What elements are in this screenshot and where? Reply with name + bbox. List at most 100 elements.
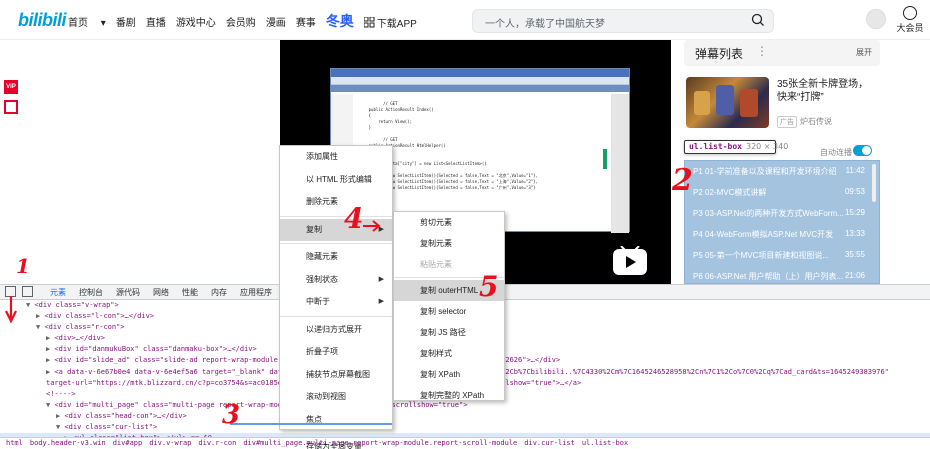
breadcrumb-item[interactable]: div.cur-list: [524, 439, 575, 447]
tab-devtools[interactable]: 源代码: [116, 287, 140, 298]
card-art: [716, 85, 734, 115]
vip-badge[interactable]: VIP: [4, 80, 18, 94]
breadcrumb-item[interactable]: html: [6, 439, 23, 447]
playlist-items: P1 01-学前准备以及课程和开发环境介绍 11:42 P2 02-MVC模式讲解 0…: [685, 161, 879, 283]
tooltip-size: 320 × 340: [745, 142, 789, 151]
nav-item-winter-olympics[interactable]: 冬奥: [326, 11, 354, 31]
card-art: [740, 89, 758, 117]
menu-item[interactable]: 复制样式: [394, 343, 504, 364]
breadcrumb-item[interactable]: div.v-wrap: [149, 439, 191, 447]
dom-node-line[interactable]: ▶ <div class="head-con">…</div>: [0, 411, 930, 422]
nav-item-mall[interactable]: 会员购: [226, 14, 256, 31]
autoplay-toggle[interactable]: [853, 145, 872, 156]
menu-item[interactable]: 复制完整的 XPath: [394, 385, 504, 406]
playlist-item[interactable]: P2 02-MVC模式讲解 09:53: [685, 182, 879, 203]
search-input[interactable]: 一个人，承载了中国航天梦: [472, 9, 774, 33]
menu-item-label: 滚动到视图: [306, 392, 346, 401]
danmaku-expand[interactable]: 展开: [856, 47, 872, 58]
menu-item-label: 剪切元素: [420, 218, 452, 227]
menu-item-label: 复制完整的 XPath: [420, 391, 485, 400]
breadcrumb-item[interactable]: div#app: [113, 439, 143, 447]
menu-item[interactable]: 复制 XPath: [394, 364, 504, 385]
menu-item[interactable]: 添加属性: [280, 146, 392, 169]
menu-item[interactable]: 剪切元素: [394, 212, 504, 233]
dom-node-html: <div class="v-wrap">: [34, 301, 119, 309]
playlist-item[interactable]: P3 03-ASP.Net的两种开发方式WebForm... 15:29: [685, 203, 879, 224]
danmaku-list-title: 弹幕列表: [695, 47, 744, 61]
vs-toolbar: [331, 77, 629, 85]
menu-item-label: 以 HTML 形式编辑: [306, 174, 372, 184]
menu-item[interactable]: 滚动到视图: [280, 386, 392, 409]
tab-devtools[interactable]: 网络: [153, 287, 169, 298]
main-nav: 首页 ▾ 番剧 直播 游戏中心 会员购 漫画 赛事 冬奥 下载APP: [68, 11, 437, 31]
playlist-item-duration: 11:42: [845, 166, 865, 175]
playlist-item-duration: 15:29: [844, 208, 865, 217]
more-icon[interactable]: ⋮: [756, 44, 768, 58]
avatar[interactable]: [866, 9, 886, 29]
menu-item[interactable]: 复制 selector: [394, 301, 504, 322]
submenu-arrow-icon: ▶: [378, 298, 384, 305]
dom-node-html: <div class="cur-list">: [64, 423, 158, 432]
playlist-scrollbar[interactable]: [872, 164, 876, 202]
ad-title[interactable]: 35张全新卡牌登场，快来“打牌”: [777, 78, 877, 104]
annotation-2: 2: [672, 163, 693, 198]
menu-separator: [280, 215, 392, 217]
nav-item-game[interactable]: 游戏中心: [176, 14, 216, 31]
playlist-item[interactable]: P1 01-学前准备以及课程和开发环境介绍 11:42: [685, 161, 879, 182]
nav-item-manga[interactable]: 漫画: [266, 14, 286, 31]
menu-item[interactable]: 以 HTML 形式编辑: [280, 169, 392, 192]
nav-item-match[interactable]: 赛事: [296, 14, 316, 31]
menu-item[interactable]: 存储为全局变量: [280, 436, 392, 449]
nav-item-live[interactable]: 直播: [146, 14, 166, 31]
playlist-item-label: P5 05-第一个MVC项目新建和视图说...: [693, 251, 830, 260]
menu-item[interactable]: 捕获节点屏幕截图: [280, 364, 392, 387]
menu-item-label: 粘贴元素: [420, 260, 452, 269]
playlist-item[interactable]: P5 05-第一个MVC项目新建和视图说... 35:55: [685, 245, 879, 266]
vs-tabs: [331, 85, 629, 92]
dom-node-html: <!---->: [46, 389, 76, 398]
submenu-arrow-icon: ▶: [378, 275, 384, 283]
vs-title-bar: [331, 69, 629, 77]
play-icon[interactable]: [612, 246, 648, 276]
menu-item[interactable]: 焦点: [280, 409, 392, 432]
annotation-5: 5: [479, 270, 499, 303]
tab-devtools[interactable]: 内存: [211, 287, 227, 298]
breadcrumb-item[interactable]: ul.list-box: [582, 439, 628, 447]
menu-item[interactable]: 复制 JS 路径: [394, 322, 504, 343]
dom-node-html: <div id="danmukuBox" class="danmaku-box"…: [54, 345, 257, 354]
tab-devtools[interactable]: 应用程序: [240, 287, 272, 298]
float-icon[interactable]: [4, 100, 18, 114]
devtools-tool-icons: [5, 286, 33, 297]
danmaku-list-header[interactable]: 弹幕列表 ⋮ 展开: [684, 40, 880, 66]
nav-item-download[interactable]: 下载APP: [363, 14, 427, 31]
breadcrumb-item[interactable]: body.header-v3.win: [30, 439, 106, 447]
inspect-element-icon[interactable]: [5, 286, 16, 297]
tab-devtools[interactable]: 控制台: [79, 287, 103, 298]
device-toggle-icon[interactable]: [22, 286, 33, 297]
nav-item-home[interactable]: 首页 ▾: [68, 14, 106, 31]
breadcrumb-item[interactable]: div.r-con: [198, 439, 236, 447]
playlist-item[interactable]: P6 06-ASP.Net 用户帮助（上）用户列表... 21:06: [685, 266, 879, 283]
menu-item[interactable]: 复制元素: [394, 233, 504, 254]
nav-item-anime[interactable]: 番剧: [116, 14, 136, 31]
menu-item[interactable]: 以递归方式展开: [280, 319, 392, 342]
annotation-1: 1: [16, 254, 30, 278]
menu-item[interactable]: 复制 ▶: [280, 218, 392, 241]
menu-item-label: 复制: [306, 224, 322, 234]
menu-item-label: 复制样式: [420, 349, 452, 358]
playlist-item[interactable]: P4 04-WebForm模拟ASP.Net MVC开发 13:33: [685, 224, 879, 245]
tab-devtools[interactable]: 性能: [182, 287, 198, 298]
menu-item[interactable]: 中断于 ▶: [280, 291, 392, 314]
ad-image[interactable]: [686, 77, 769, 128]
menu-item[interactable]: 强制状态 ▶: [280, 269, 392, 292]
tab-devtools[interactable]: 元素: [50, 287, 66, 298]
ad-source[interactable]: 炉石传说: [800, 116, 832, 127]
dom-node-line[interactable]: ▼ <div class="cur-list">: [0, 422, 930, 433]
menu-item[interactable]: 折叠子项: [280, 341, 392, 364]
search-icon[interactable]: [751, 13, 765, 27]
bilibili-logo[interactable]: bilibili: [18, 10, 67, 31]
big-vip-entry[interactable]: 大会员: [892, 6, 928, 34]
playlist-item-label: P4 04-WebForm模拟ASP.Net MVC开发: [693, 230, 834, 239]
menu-item[interactable]: 隐藏元素: [280, 246, 392, 269]
menu-item[interactable]: 删除元素: [280, 191, 392, 214]
